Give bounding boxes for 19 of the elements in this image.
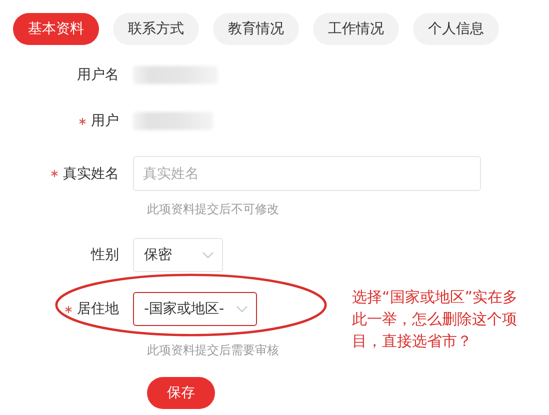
field-label: 用户 <box>91 112 119 130</box>
field-label: 真实姓名 <box>63 164 119 182</box>
tab[interactable]: 联系方式 <box>113 13 199 45</box>
hint-text: 此项资料提交后不可修改 <box>147 201 279 218</box>
tab[interactable]: 个人信息 <box>413 13 499 45</box>
tab[interactable]: 工作情况 <box>313 13 399 45</box>
tab[interactable]: 教育情况 <box>213 13 299 45</box>
dropdown[interactable]: -国家或地区- <box>133 292 258 326</box>
dropdown[interactable]: 保密 <box>133 238 223 272</box>
field-label: 性别 <box>91 246 119 264</box>
save-button[interactable]: 保存 <box>147 377 215 409</box>
tab[interactable]: 基本资料 <box>13 13 99 45</box>
annotation-text: 选择“国家或地区”实在多此一举，怎么删除这个项目，直接选省市？ <box>352 287 519 352</box>
hint-text: 此项资料提交后需要审核 <box>147 342 279 359</box>
field-label: 居住地 <box>77 300 119 318</box>
chevron-down-icon <box>236 305 248 313</box>
field-label: 用户名 <box>77 66 119 84</box>
text-field[interactable]: 真实姓名 <box>133 156 481 191</box>
chevron-down-icon <box>202 251 214 259</box>
